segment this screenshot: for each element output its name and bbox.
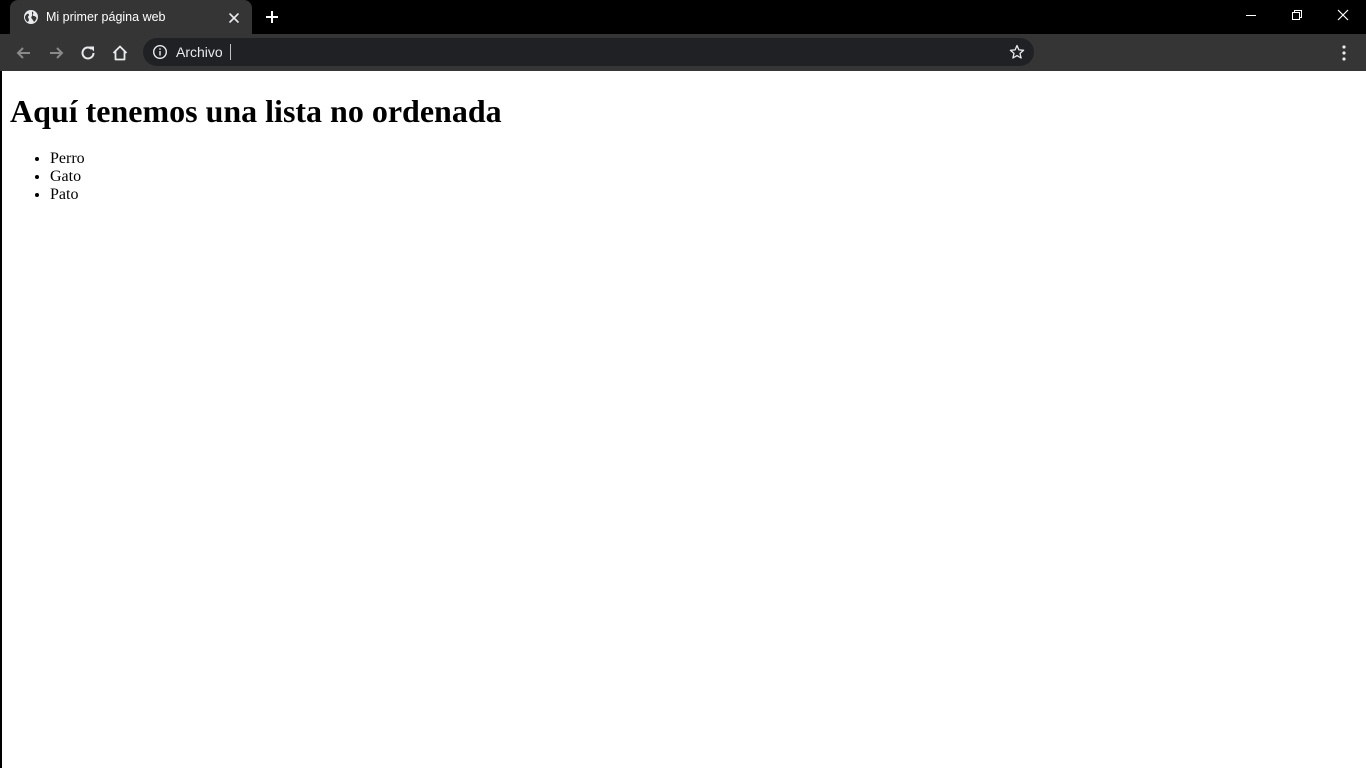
forward-button[interactable]	[44, 41, 68, 65]
back-button[interactable]	[12, 41, 36, 65]
list-item: Perro	[50, 150, 85, 168]
close-window-button[interactable]	[1320, 0, 1366, 30]
star-icon[interactable]	[1009, 44, 1025, 60]
unordered-list: Perro Gato Pato	[10, 150, 85, 204]
browser-menu-button[interactable]	[1336, 41, 1352, 65]
tab-title: Mi primer página web	[46, 10, 166, 24]
page-heading: Aquí tenemos una lista no ordenada	[10, 93, 502, 129]
address-text: Archivo	[176, 44, 223, 60]
reload-icon	[81, 46, 95, 60]
kebab-menu-icon	[1342, 45, 1346, 61]
close-icon	[1337, 9, 1349, 21]
list-item: Pato	[50, 186, 85, 204]
arrow-right-icon	[50, 47, 64, 59]
minimize-button[interactable]	[1228, 0, 1274, 30]
page-viewport: Aquí tenemos una lista no ordenada Perro…	[2, 71, 1366, 768]
tab-strip: Mi primer página web	[0, 0, 1366, 34]
restore-icon	[1292, 10, 1302, 20]
browser-window: Mi primer página web Archivo Aquí tenemo…	[0, 0, 1366, 768]
text-caret	[230, 44, 231, 60]
arrow-left-icon	[16, 47, 30, 59]
tab-close-icon[interactable]	[228, 11, 240, 23]
minimize-icon	[1246, 15, 1256, 16]
new-tab-button[interactable]	[262, 7, 282, 27]
plus-icon	[262, 11, 282, 31]
browser-toolbar: Archivo	[0, 34, 1366, 71]
home-icon	[112, 45, 128, 61]
browser-tab[interactable]: Mi primer página web	[10, 0, 252, 34]
globe-icon	[23, 9, 39, 25]
list-item: Gato	[50, 168, 85, 186]
restore-button[interactable]	[1274, 0, 1320, 30]
home-button[interactable]	[108, 41, 132, 65]
info-icon[interactable]	[152, 44, 168, 60]
reload-button[interactable]	[76, 41, 100, 65]
address-bar[interactable]: Archivo	[143, 38, 1034, 66]
